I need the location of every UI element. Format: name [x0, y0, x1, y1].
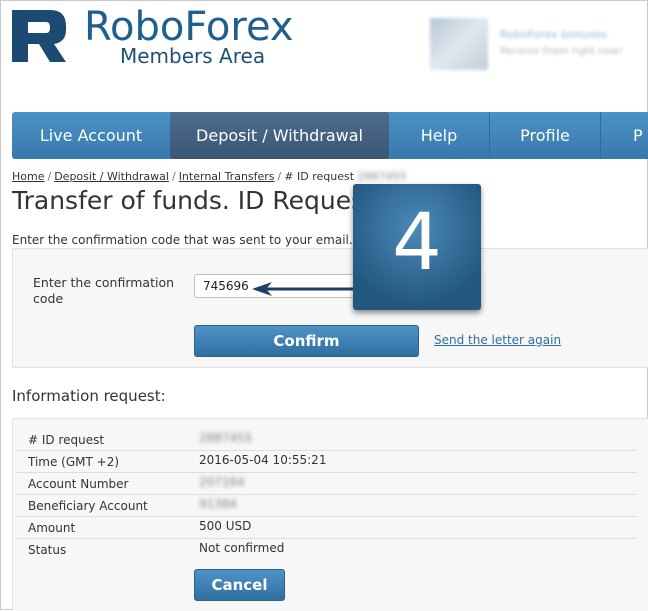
info-key: Status	[28, 543, 67, 557]
nav-live-account[interactable]: Live Account	[12, 112, 170, 159]
confirmation-code-label: Enter the confirmation code	[33, 275, 175, 306]
main-nav: Live Account Deposit / Withdrawal Help P…	[12, 112, 648, 159]
instruction-text: Enter the confirmation code that was sen…	[12, 233, 353, 247]
promo-banner[interactable]: RoboForex bonuses Receive them right now…	[430, 18, 648, 70]
nav-profile[interactable]: Profile	[490, 112, 600, 159]
breadcrumb: Home / Deposit / Withdrawal / Internal Trans…	[12, 170, 407, 183]
info-row-status: Status Not confirmed	[17, 538, 637, 560]
info-row-account-number: Account Number 207164	[17, 472, 637, 495]
info-key: # ID request	[28, 433, 105, 447]
info-row-id-request: # ID request 2887455	[17, 428, 637, 451]
info-value: Not confirmed	[199, 541, 285, 555]
info-section-title: Information request:	[12, 387, 166, 405]
info-key: Beneficiary Account	[28, 499, 148, 513]
roboforex-logo-icon	[12, 10, 66, 62]
nav-truncated-item[interactable]: P	[601, 112, 648, 159]
page-title: Transfer of funds. ID Request	[12, 186, 374, 215]
breadcrumb-home[interactable]: Home	[12, 170, 44, 183]
nav-deposit-withdrawal[interactable]: Deposit / Withdrawal	[170, 112, 389, 159]
confirm-button[interactable]: Confirm	[194, 325, 419, 357]
promo-title: RoboForex bonuses	[500, 28, 608, 41]
pointer-arrow-icon	[252, 282, 358, 296]
info-row-amount: Amount 500 USD	[17, 516, 637, 539]
info-row-time: Time (GMT +2) 2016-05-04 10:55:21	[17, 450, 637, 473]
info-key: Account Number	[28, 477, 129, 491]
info-value: 500 USD	[199, 519, 252, 533]
info-value: 2016-05-04 10:55:21	[199, 453, 327, 467]
info-key: Amount	[28, 521, 76, 535]
info-key: Time (GMT +2)	[28, 455, 120, 469]
nav-help[interactable]: Help	[389, 112, 489, 159]
resend-letter-link[interactable]: Send the letter again	[434, 333, 561, 347]
promo-image	[430, 18, 488, 70]
promo-text: Receive them right now!	[500, 46, 623, 57]
info-value: 91384	[199, 497, 238, 511]
info-value: 2887455	[199, 431, 253, 445]
members-area-subtitle: Members Area	[120, 44, 266, 68]
step-number-badge: 4	[353, 184, 481, 310]
breadcrumb-internal-transfers[interactable]: Internal Transfers	[179, 170, 275, 183]
cancel-button[interactable]: Cancel	[194, 569, 285, 601]
info-value: 207164	[199, 475, 245, 489]
breadcrumb-current: # ID request	[284, 170, 355, 183]
info-row-beneficiary-account: Beneficiary Account 91384	[17, 494, 637, 517]
breadcrumb-request-id: 2887455	[357, 170, 407, 183]
breadcrumb-deposit-withdrawal[interactable]: Deposit / Withdrawal	[54, 170, 169, 183]
